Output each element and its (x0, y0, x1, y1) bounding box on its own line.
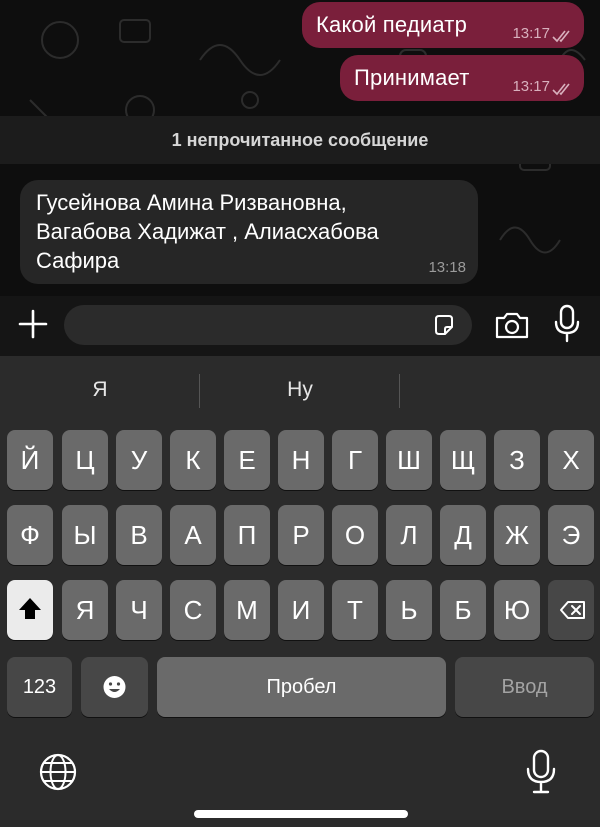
space-key[interactable]: Пробел (157, 657, 446, 717)
key[interactable]: С (170, 580, 216, 640)
key[interactable]: Ю (494, 580, 540, 640)
home-indicator[interactable] (194, 810, 408, 818)
emoji-icon (103, 676, 126, 698)
message-input[interactable] (64, 305, 472, 345)
numbers-key[interactable]: 123 (7, 657, 72, 717)
key[interactable]: Н (278, 430, 324, 490)
message-time: 13:17 (512, 25, 550, 42)
message-line: Сафира (36, 248, 120, 273)
backspace-icon (560, 601, 585, 619)
outgoing-message[interactable]: Какой педиатр 13:17 (302, 2, 584, 48)
key[interactable]: Х (548, 430, 594, 490)
key[interactable]: И (278, 580, 324, 640)
shift-key[interactable] (7, 580, 53, 640)
key[interactable]: Ь (386, 580, 432, 640)
key[interactable]: Щ (440, 430, 486, 490)
suggestion-1[interactable]: Я (0, 356, 200, 424)
sticker-icon[interactable] (432, 313, 456, 337)
key[interactable]: Ж (494, 505, 540, 565)
message-time: 13:17 (512, 78, 550, 95)
key[interactable]: Т (332, 580, 378, 640)
key[interactable]: Ц (62, 430, 108, 490)
shift-icon (19, 598, 41, 619)
key[interactable]: А (170, 505, 216, 565)
key[interactable]: З (494, 430, 540, 490)
message-time: 13:18 (428, 259, 466, 276)
key[interactable]: Ч (116, 580, 162, 640)
key[interactable]: Л (386, 505, 432, 565)
key[interactable]: У (116, 430, 162, 490)
key[interactable]: Ы (62, 505, 108, 565)
chat-area[interactable]: Какой педиатр 13:17 Принимает 13:17 1 не… (0, 0, 600, 296)
suggestion-2[interactable]: Ну (200, 356, 400, 424)
key[interactable]: Я (62, 580, 108, 640)
message-line: Гусейнова Амина Ризвановна, (36, 190, 347, 215)
key[interactable]: Г (332, 430, 378, 490)
backspace-key[interactable] (548, 580, 594, 640)
key[interactable]: Ф (7, 505, 53, 565)
message-composer (0, 296, 600, 356)
message-text: Какой педиатр (316, 12, 468, 37)
dictation-icon[interactable] (524, 749, 558, 795)
message-text: Принимает (354, 65, 470, 90)
message-line: Вагабова Хадижат , Алиасхабова (36, 219, 379, 244)
return-key[interactable]: Ввод (455, 657, 594, 717)
key[interactable]: Ш (386, 430, 432, 490)
key[interactable]: Р (278, 505, 324, 565)
key[interactable]: Д (440, 505, 486, 565)
outgoing-message[interactable]: Принимает 13:17 (340, 55, 584, 101)
keyboard: Я Ну Й Ц У К Е Н Г Ш Щ З Х Ф Ы В А П Р О… (0, 356, 600, 827)
unread-messages-banner: 1 непрочитанное сообщение (0, 116, 600, 164)
key[interactable]: В (116, 505, 162, 565)
message-text: Гусейнова Амина Ризвановна, Вагабова Хад… (36, 188, 446, 275)
plus-icon[interactable] (15, 306, 51, 342)
key[interactable]: Й (7, 430, 53, 490)
incoming-message[interactable]: Гусейнова Амина Ризвановна, Вагабова Хад… (20, 180, 478, 284)
microphone-icon[interactable] (552, 304, 582, 344)
key[interactable]: Е (224, 430, 270, 490)
key[interactable]: К (170, 430, 216, 490)
read-checkmarks-icon (552, 30, 570, 43)
camera-icon[interactable] (494, 309, 530, 341)
key[interactable]: Э (548, 505, 594, 565)
suggestion-3[interactable] (400, 356, 600, 424)
globe-icon[interactable] (38, 752, 78, 792)
emoji-key[interactable] (81, 657, 148, 717)
key[interactable]: О (332, 505, 378, 565)
key[interactable]: М (224, 580, 270, 640)
key[interactable]: Б (440, 580, 486, 640)
read-checkmarks-icon (552, 83, 570, 96)
key[interactable]: П (224, 505, 270, 565)
